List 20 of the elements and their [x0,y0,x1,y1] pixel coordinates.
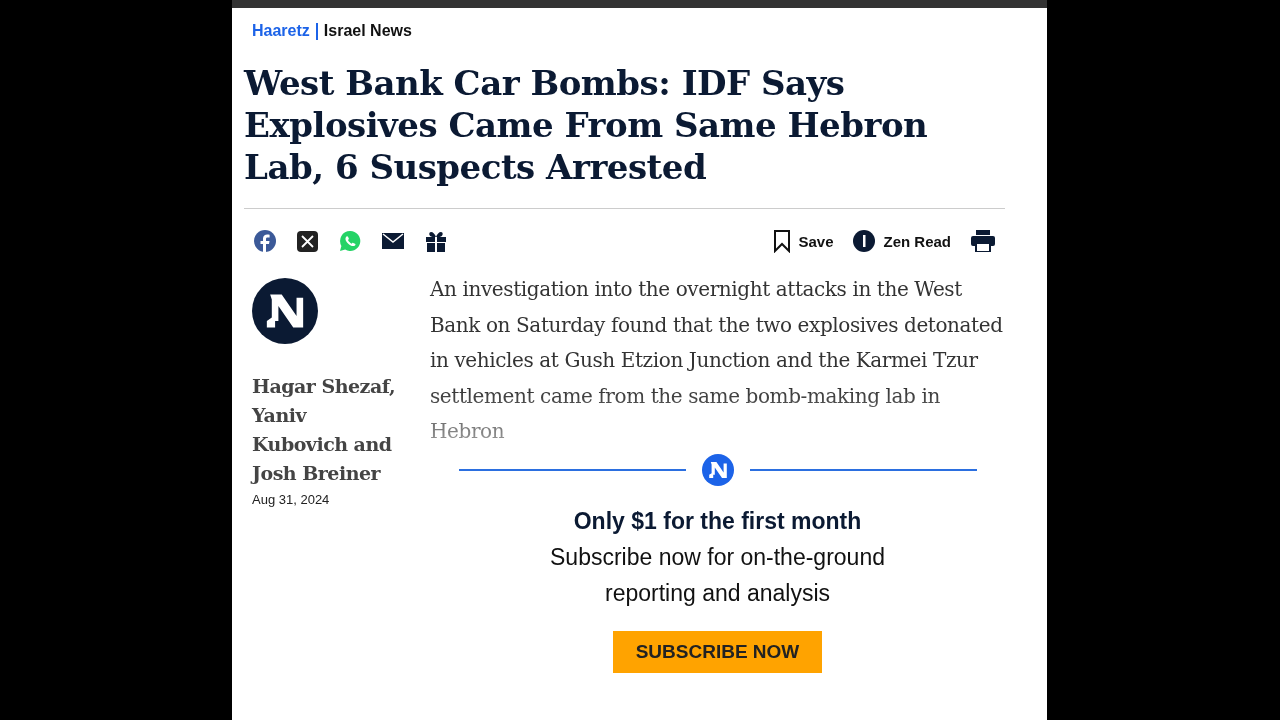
publish-date: Aug 31, 2024 [252,492,331,507]
zen-icon [853,230,876,252]
offer-title: Only $1 for the first month [573,507,862,535]
save-button[interactable]: Save [774,229,834,253]
email-icon[interactable] [382,233,404,249]
bookmark-icon [774,229,791,253]
section-link[interactable]: Israel News [323,22,412,40]
article-paragraph: An investigation into the overnight attacks in the West Bank on Saturday found that the two explosives detonated in vehicles at Gush Etzion Junction and the Karmei Tzur settlement came from the same bomb-making lab in Hebron [430,276,1004,445]
gift-icon[interactable] [425,230,447,252]
author-avatar-icon [252,278,318,344]
offer-subtitle: Subscribe now for on-the-ground reporting and analysis [549,542,886,608]
site-name[interactable]: Haaretz [252,22,310,40]
x-icon[interactable] [297,230,318,252]
logo-icon [701,453,734,486]
facebook-icon[interactable] [254,230,276,252]
headline: West Bank Car Bombs: IDF Says Explosives Came From Same Hebron Lab, 6 Suspects Arrested [244,62,929,188]
author-names[interactable]: Hagar Shezaf, Yaniv Kubovich and Josh Breiner [252,372,402,488]
print-icon[interactable] [971,230,995,252]
subscribe-button[interactable]: SUBSCRIBE NOW [613,630,822,673]
zen-button[interactable]: Zen Read [853,230,951,252]
